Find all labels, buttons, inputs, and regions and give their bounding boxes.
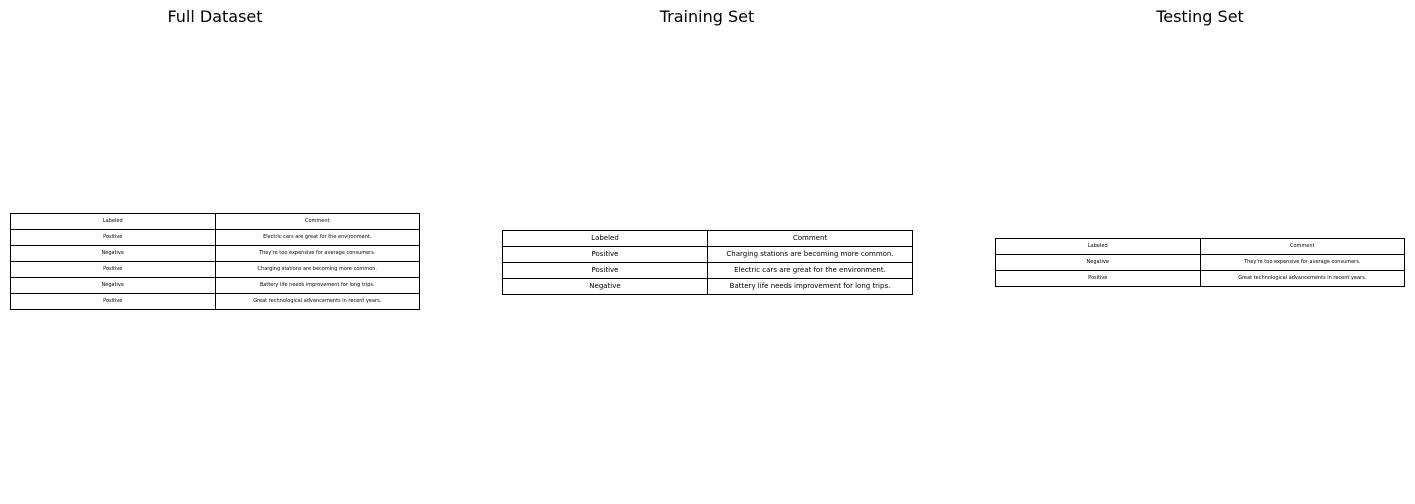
panel-title-testing-set: Testing Set: [1156, 7, 1244, 26]
table-row: Negative Battery life needs improvement f…: [10, 277, 420, 294]
label-cell: Positive: [502, 262, 708, 279]
table-header-row: Labeled Comment: [995, 238, 1405, 255]
comment-cell: Battery life needs improvement for long …: [707, 278, 913, 295]
table-row: Negative They're too expensive for averag…: [995, 254, 1405, 271]
full-dataset-table: Labeled Comment Positive Electric cars are …: [10, 213, 420, 310]
comment-cell: Battery life needs improvement for long …: [214, 277, 420, 294]
table-row: Positive Electric cars are great for the …: [502, 262, 913, 279]
comment-cell: Great technological advancements in rece…: [214, 293, 420, 310]
testing-set-table: Labeled Comment Negative They're too expens…: [995, 238, 1405, 287]
comment-cell: Great technological advancements in rece…: [1199, 270, 1405, 287]
table-header-row: Labeled Comment: [502, 230, 913, 247]
table-header-row: Labeled Comment: [10, 213, 420, 230]
label-cell: Positive: [10, 229, 216, 246]
table-row: Negative Battery life needs improvement f…: [502, 278, 913, 295]
header-cell-labeled: Labeled: [10, 213, 216, 230]
label-cell: Positive: [502, 246, 708, 263]
header-cell-labeled: Labeled: [502, 230, 708, 247]
label-cell: Positive: [10, 293, 216, 310]
comment-cell: Electric cars are great for the environm…: [214, 229, 420, 246]
table-row: Positive Electric cars are great for the …: [10, 229, 420, 246]
label-cell: Positive: [10, 261, 216, 278]
comment-cell: Charging stations are becoming more comm…: [214, 261, 420, 278]
table-row: Positive Great technological advancements…: [995, 270, 1405, 287]
table-row: Positive Charging stations are becoming m…: [502, 246, 913, 263]
label-cell: Positive: [995, 270, 1201, 287]
label-cell: Negative: [10, 277, 216, 294]
table-row: Positive Charging stations are becoming m…: [10, 261, 420, 278]
header-cell-labeled: Labeled: [995, 238, 1201, 255]
comment-cell: Charging stations are becoming more comm…: [707, 246, 913, 263]
training-set-table: Labeled Comment Positive Charging stations …: [502, 230, 913, 295]
comment-cell: They're too expensive for average consum…: [214, 245, 420, 262]
label-cell: Negative: [995, 254, 1201, 271]
comment-cell: Electric cars are great for the environm…: [707, 262, 913, 279]
comment-cell: They're too expensive for average consum…: [1199, 254, 1405, 271]
label-cell: Negative: [502, 278, 708, 295]
table-row: Positive Great technological advancements…: [10, 293, 420, 310]
header-cell-comment: Comment: [707, 230, 913, 247]
panel-title-training-set: Training Set: [659, 7, 755, 26]
header-cell-comment: Comment: [214, 213, 420, 230]
table-row: Negative They're too expensive for averag…: [10, 245, 420, 262]
header-cell-comment: Comment: [1199, 238, 1405, 255]
label-cell: Negative: [10, 245, 216, 262]
panel-title-full-dataset: Full Dataset: [167, 7, 263, 26]
